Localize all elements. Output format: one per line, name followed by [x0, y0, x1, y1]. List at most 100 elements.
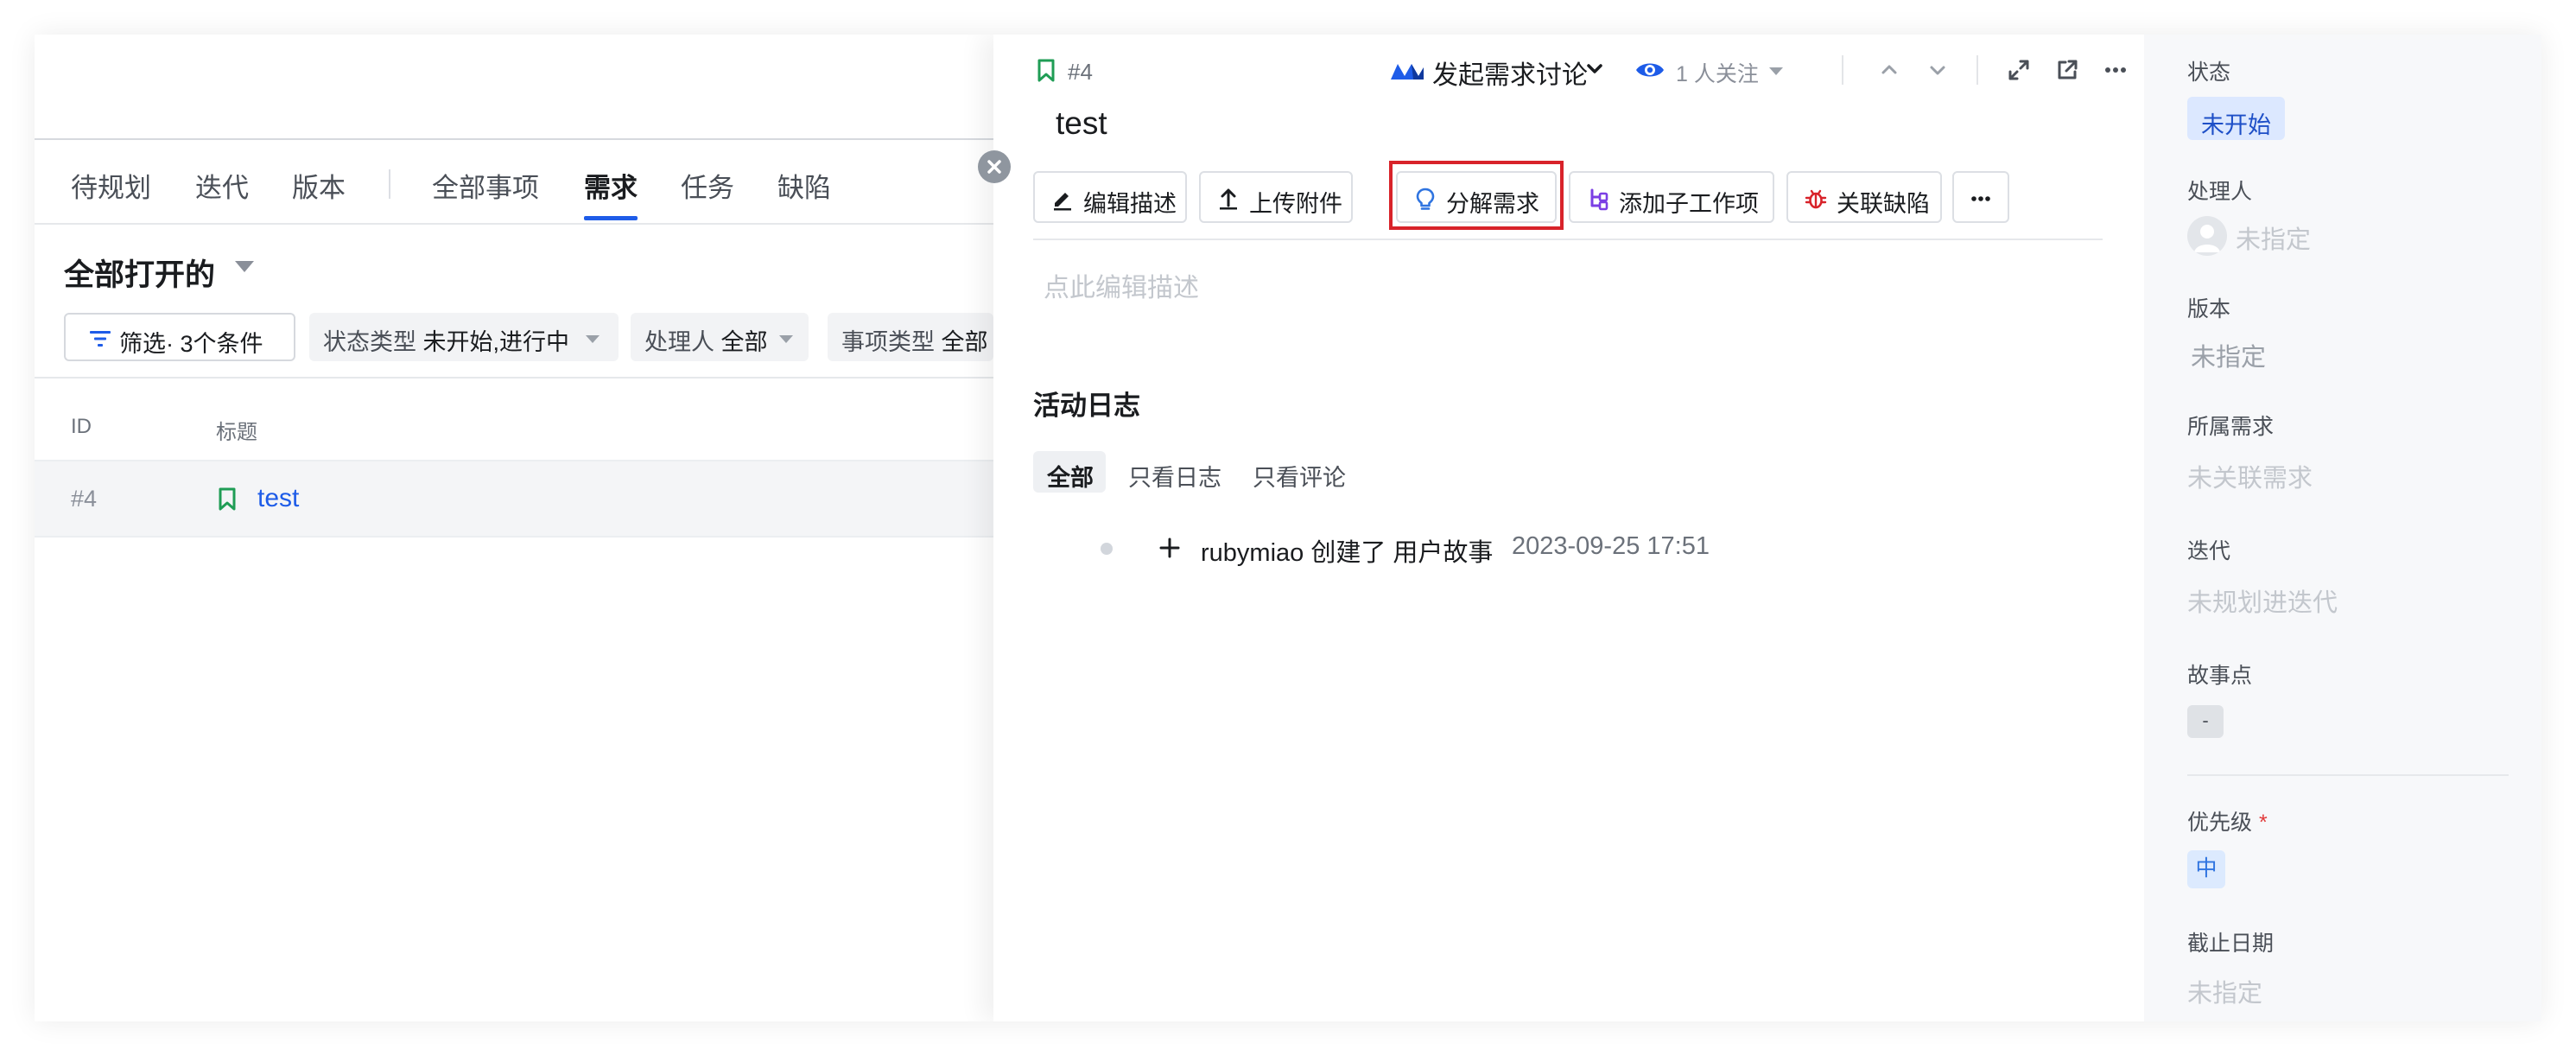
- chevron-down-icon[interactable]: [235, 261, 254, 272]
- status-type-filter[interactable]: 状态类型 未开始,进行中: [309, 313, 619, 361]
- row-title-link[interactable]: test: [257, 484, 299, 513]
- highlight-box: [1389, 161, 1564, 230]
- expand-icon[interactable]: [2006, 57, 2032, 83]
- chip-value: 全部: [941, 329, 988, 355]
- item-type-filter[interactable]: 事项类型 全部: [828, 313, 993, 361]
- bookmark-icon: [219, 487, 236, 511]
- edit-icon: [1054, 193, 1071, 211]
- divider: [1976, 55, 1978, 85]
- tab-all-items[interactable]: 全部事项: [432, 166, 539, 205]
- filter-icon: [90, 331, 111, 347]
- app-frame: 待规划 迭代 版本 全部事项 需求 任务 缺陷 全部打开的 筛选· 3个条件 状…: [35, 35, 2541, 1021]
- column-header-title: 标题: [216, 421, 257, 444]
- properties-sidebar: 状态 未开始 处理人 未指定 版本 未指定 所属需求 未关联需求 迭代 未规划进…: [2144, 35, 2541, 1021]
- bug-icon: [1805, 189, 1827, 209]
- status-badge[interactable]: 未开始: [2187, 97, 2285, 140]
- discussion-logo-icon[interactable]: [1389, 59, 1425, 83]
- divider: [35, 377, 993, 379]
- more-actions-button[interactable]: [1952, 171, 2009, 223]
- link-defect-button[interactable]: 关联缺陷: [1786, 171, 1942, 223]
- button-label: 添加子工作项: [1619, 191, 1759, 217]
- iteration-value[interactable]: 未规划进迭代: [2187, 582, 2338, 619]
- tab-version[interactable]: 版本: [292, 166, 346, 205]
- due-date-value[interactable]: 未指定: [2187, 973, 2262, 1009]
- version-label: 版本: [2187, 297, 2231, 321]
- priority-badge[interactable]: 中: [2187, 850, 2225, 888]
- tab-requirements[interactable]: 需求: [584, 166, 638, 205]
- tab-divider: [389, 169, 390, 199]
- avatar[interactable]: [2187, 216, 2227, 256]
- eye-icon[interactable]: [1634, 59, 1666, 81]
- required-marker: *: [2259, 811, 2268, 835]
- version-value[interactable]: 未指定: [2191, 337, 2266, 373]
- filter-tab-all[interactable]: 全部: [1033, 451, 1106, 493]
- more-icon[interactable]: [2103, 57, 2129, 83]
- tab-defects[interactable]: 缺陷: [777, 166, 831, 205]
- status-label: 状态: [2187, 60, 2231, 85]
- assignee-value[interactable]: 未指定: [2236, 219, 2311, 256]
- tab-iteration[interactable]: 迭代: [195, 166, 249, 205]
- filter-button[interactable]: 筛选· 3个条件: [64, 313, 295, 361]
- add-subtask-button[interactable]: 添加子工作项: [1569, 171, 1774, 223]
- log-entry-text: rubymiao 创建了 用户故事: [1201, 539, 1494, 567]
- divider: [2187, 774, 2509, 776]
- item-title[interactable]: test: [1056, 105, 1107, 142]
- detail-main: #4 发起需求讨论 1 人关注 test 编辑描述 上传附件 分解需求 添加子工…: [993, 35, 2144, 1021]
- view-selector-title[interactable]: 全部打开的: [64, 251, 215, 295]
- active-tab-indicator: [584, 216, 638, 220]
- top-bar: [35, 35, 993, 140]
- tab-backlog[interactable]: 待规划: [71, 166, 151, 205]
- divider: [1842, 55, 1843, 85]
- upload-attachment-button[interactable]: 上传附件: [1199, 171, 1353, 223]
- story-points-value[interactable]: -: [2187, 705, 2224, 738]
- caret-down-icon: [586, 335, 600, 343]
- caret-down-icon[interactable]: [1769, 67, 1783, 75]
- chip-label: 状态类型: [323, 329, 416, 355]
- close-panel-button[interactable]: [978, 150, 1011, 183]
- filter-label: 筛选· 3个条件: [119, 331, 263, 357]
- priority-label: 优先级 *: [2187, 811, 2268, 835]
- view-tabs: 待规划 迭代 版本 全部事项 需求 任务 缺陷: [35, 140, 993, 225]
- chip-value: 未开始,进行中: [422, 329, 570, 355]
- edit-description-button[interactable]: 编辑描述: [1033, 171, 1187, 223]
- subtask-icon: [1590, 188, 1608, 211]
- followers-count[interactable]: 1 人关注: [1676, 57, 1759, 88]
- plus-icon: [1159, 538, 1180, 558]
- filter-tab-logs-only[interactable]: 只看日志: [1120, 451, 1230, 493]
- open-external-icon[interactable]: [2054, 57, 2080, 83]
- close-icon: [987, 160, 1001, 174]
- assignee-label: 处理人: [2187, 180, 2253, 204]
- iteration-label: 迭代: [2187, 539, 2231, 563]
- upload-icon: [1220, 188, 1237, 210]
- caret-down-icon: [779, 335, 793, 343]
- chevron-down-icon[interactable]: [1586, 62, 1603, 76]
- activity-log-title: 活动日志: [1033, 391, 1140, 421]
- button-label: 关联缺陷: [1837, 191, 1930, 217]
- detail-panel: #4 发起需求讨论 1 人关注 test 编辑描述 上传附件 分解需求 添加子工…: [993, 35, 2541, 1021]
- parent-requirement-value[interactable]: 未关联需求: [2187, 458, 2313, 494]
- log-entry-time: 2023-09-25 17:51: [1512, 532, 1710, 560]
- button-label: 上传附件: [1249, 191, 1342, 217]
- item-id: #4: [1068, 59, 1093, 85]
- due-date-label: 截止日期: [2187, 932, 2275, 956]
- column-header-id: ID: [71, 415, 92, 438]
- start-discussion-button[interactable]: 发起需求讨论: [1432, 54, 1588, 92]
- table-row[interactable]: #4 test: [35, 461, 993, 538]
- chevron-down-icon[interactable]: [1925, 57, 1951, 83]
- description-placeholder[interactable]: 点此编辑描述: [1044, 266, 1199, 304]
- bookmark-icon: [1037, 59, 1055, 82]
- filter-tab-comments-only[interactable]: 只看评论: [1244, 451, 1355, 493]
- button-label: 编辑描述: [1083, 191, 1177, 217]
- more-icon: [1971, 196, 1990, 201]
- assignee-filter[interactable]: 处理人 全部: [631, 313, 809, 361]
- chip-label: 处理人: [644, 329, 714, 355]
- chip-value: 全部: [720, 329, 768, 355]
- tab-tasks[interactable]: 任务: [681, 166, 734, 205]
- chevron-up-icon[interactable]: [1876, 57, 1902, 83]
- chip-label: 事项类型: [841, 329, 935, 355]
- divider: [1033, 239, 2103, 240]
- timeline-dot: [1101, 543, 1113, 555]
- list-pane: 待规划 迭代 版本 全部事项 需求 任务 缺陷 全部打开的 筛选· 3个条件 状…: [35, 35, 993, 1021]
- row-id: #4: [71, 486, 98, 512]
- parent-requirement-label: 所属需求: [2187, 415, 2275, 439]
